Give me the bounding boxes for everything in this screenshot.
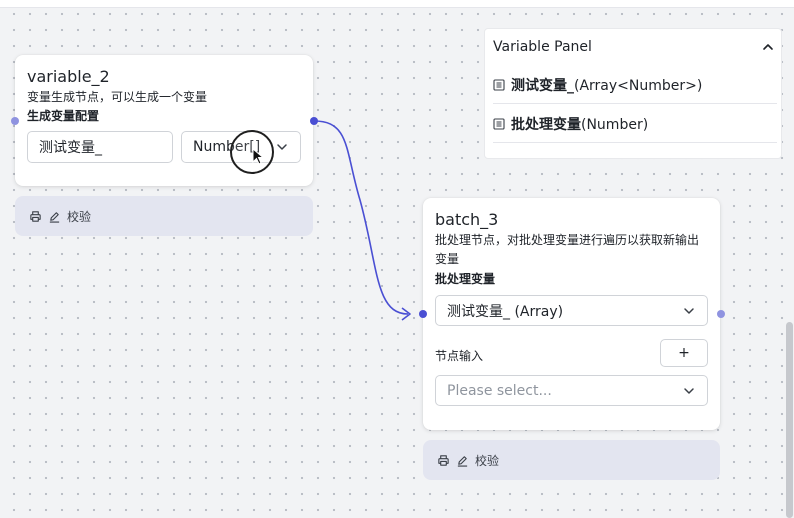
variable-name: 测试变量_ [511, 77, 574, 94]
cursor-arrow-icon [252, 148, 264, 165]
connection-edge[interactable] [313, 120, 409, 315]
list-icon [493, 78, 505, 91]
panel-title: Variable Panel [493, 39, 592, 55]
variable-node-footer: 校验 [15, 196, 313, 236]
batch-node-footer: 校验 [423, 440, 720, 480]
add-input-button[interactable]: + [660, 339, 708, 367]
config-label: 生成变量配置 [27, 109, 100, 123]
node-description: 批处理节点，对批处理变量进行遍历以获取新输出 [435, 233, 700, 247]
batch-variable-label: 批处理变量 [435, 272, 496, 286]
variable-node-input-handle[interactable] [11, 117, 19, 125]
batch-node-output-handle[interactable] [717, 310, 725, 318]
validate-label[interactable]: 校验 [67, 208, 91, 225]
node-title: batch_3 [435, 210, 499, 229]
chevron-up-icon[interactable] [761, 40, 775, 54]
variable-name-input[interactable]: 测试变量_ [27, 131, 173, 163]
edge-arrowhead [401, 307, 411, 321]
variable-type: (Array<Number>) [574, 77, 703, 94]
batch-node[interactable]: batch_3 批处理节点，对批处理变量进行遍历以获取新输出 变量 批处理变量 … [423, 198, 720, 430]
node-input-placeholder: Please select... [447, 382, 552, 399]
edit-icon[interactable] [48, 210, 61, 223]
canvas-scrollbar[interactable] [786, 322, 793, 518]
edit-icon[interactable] [456, 454, 469, 467]
variable-name-value: 测试变量_ [39, 140, 102, 156]
batch-variable-value: 测试变量_ (Array) [447, 303, 564, 320]
variable-panel: Variable Panel 测试变量_(Array<Number>) 批处理变… [484, 28, 782, 159]
list-icon [493, 117, 505, 130]
chevron-down-icon [684, 307, 694, 314]
top-toolbar [0, 0, 794, 8]
chevron-down-icon [684, 387, 694, 394]
printer-icon[interactable] [29, 210, 42, 223]
node-description: 变量生成节点，可以生成一个变量 [27, 90, 208, 104]
variable-type: (Number) [581, 116, 649, 133]
chevron-down-icon [277, 144, 287, 150]
node-description-continued: 变量 [435, 252, 460, 266]
variable-name: 批处理变量 [511, 116, 581, 133]
batch-node-input-handle[interactable] [419, 310, 427, 318]
panel-variable-item[interactable]: 测试变量_(Array<Number>) [493, 66, 777, 104]
batch-variable-select[interactable]: 测试变量_ (Array) [435, 295, 708, 326]
validate-label[interactable]: 校验 [475, 452, 499, 469]
variable-node-output-handle[interactable] [310, 117, 318, 125]
panel-variable-item[interactable]: 批处理变量(Number) [493, 105, 777, 143]
node-input-label: 节点输入 [435, 349, 484, 363]
node-input-select[interactable]: Please select... [435, 375, 708, 406]
printer-icon[interactable] [437, 454, 450, 467]
node-title: variable_2 [27, 67, 110, 86]
